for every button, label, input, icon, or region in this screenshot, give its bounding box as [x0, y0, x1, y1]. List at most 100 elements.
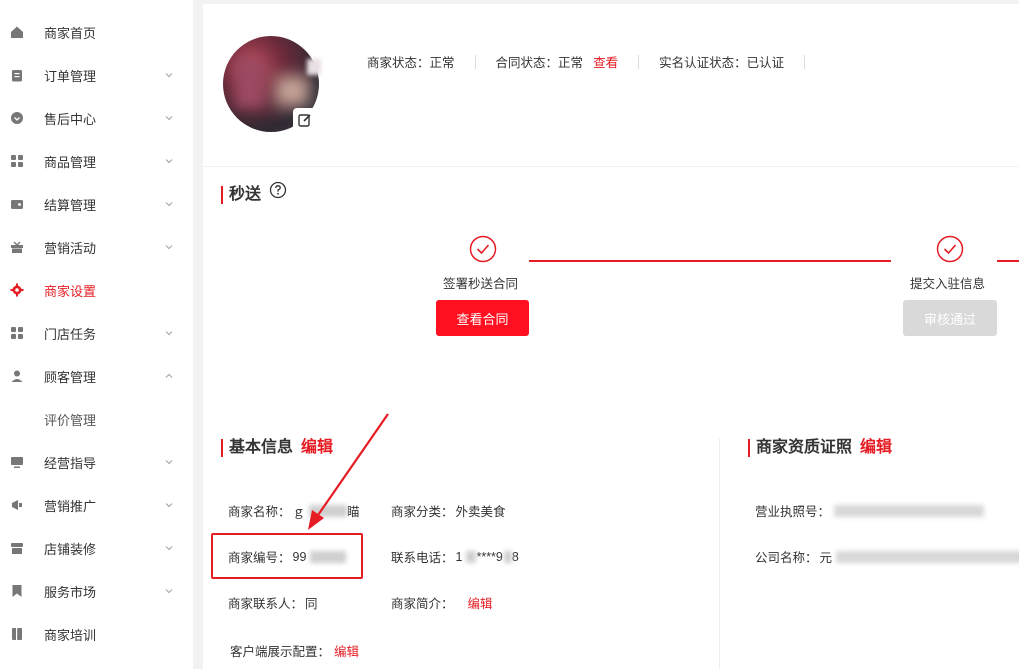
sidebar-item-label: 商家首页: [44, 25, 97, 41]
contract-status-label: 合同状态：: [495, 56, 559, 70]
chevron-down-icon: [164, 156, 174, 166]
status-bar: 商家状态： 正常 合同状态： 正常 查看 实名认证状态： 已认证: [367, 52, 825, 71]
main-content: 商家状态： 正常 合同状态： 正常 查看 实名认证状态： 已认证 秒送 签署秒送…: [203, 4, 1019, 669]
chevron-down-icon: [164, 457, 174, 467]
chevron-down-icon: [164, 70, 174, 80]
sidebar-item-8[interactable]: 顾客管理: [0, 356, 193, 396]
license-number-label: 营业执照号：: [755, 505, 831, 519]
chevron-down-icon: [164, 199, 174, 209]
miaosong-title-text: 秒送: [229, 186, 262, 203]
sidebar: 商家首页订单管理售后中心商品管理结算管理营销活动商家设置门店任务顾客管理评价管理…: [0, 0, 193, 669]
grid-icon: [10, 154, 24, 168]
sidebar-item-label: 商品管理: [44, 154, 97, 170]
step1-label: 签署秒送合同: [443, 277, 519, 291]
megaphone-icon: [10, 498, 24, 512]
merchant-status-label: 商家状态：: [367, 56, 430, 70]
sidebar-item-label: 评价管理: [44, 412, 97, 428]
company-name-field: 公司名称： 元: [755, 547, 1019, 566]
qualification-edit-link[interactable]: 编辑: [860, 439, 892, 456]
step-connector-line-2: [997, 260, 1019, 262]
merchant-intro-field: 商家简介： 编辑: [391, 593, 493, 612]
sidebar-item-13[interactable]: 服务市场: [0, 571, 193, 611]
sidebar-item-3[interactable]: 商品管理: [0, 141, 193, 181]
merchant-intro-edit-link[interactable]: 编辑: [468, 593, 493, 612]
sidebar-item-label: 营销推广: [44, 498, 97, 514]
contact-phone-field: 联系电话： 1 ****9 8: [391, 547, 519, 566]
sidebar-item-label: 顾客管理: [44, 369, 97, 385]
step1-check-icon: [469, 235, 497, 263]
sidebar-item-0[interactable]: 商家首页: [0, 12, 193, 52]
step2-check-icon: [936, 235, 964, 263]
merchant-name-value: ｇ: [292, 505, 306, 519]
edit-avatar-icon[interactable]: [293, 108, 317, 132]
sidebar-item-14[interactable]: 商家培训: [0, 614, 193, 654]
sidebar-item-label: 商家设置: [44, 283, 97, 299]
chevron-down-icon: [164, 543, 174, 553]
merchant-status-value: 正常: [429, 56, 455, 70]
gear-icon: [10, 283, 24, 297]
merchant-name-label: 商家名称：: [228, 505, 291, 519]
sidebar-item-12[interactable]: 店铺装修: [0, 528, 193, 568]
home-icon: [10, 25, 24, 39]
client-config-field: 客户端展示配置： 编辑: [230, 641, 359, 660]
sidebar-item-1[interactable]: 订单管理: [0, 55, 193, 95]
sidebar-item-label: 门店任务: [44, 326, 97, 342]
contact-phone-label: 联系电话：: [391, 551, 454, 565]
step-connector-line: [529, 260, 891, 262]
sidebar-item-4[interactable]: 结算管理: [0, 184, 193, 224]
sidebar-item-6[interactable]: 商家设置: [0, 270, 193, 310]
monitor-icon: [10, 455, 24, 469]
license-number-field: 营业执照号：: [755, 501, 985, 520]
step2-label: 提交入驻信息: [910, 277, 986, 291]
chevron-down-icon: [164, 113, 174, 123]
company-name-label: 公司名称：: [755, 551, 818, 565]
sidebar-item-9[interactable]: 评价管理: [0, 399, 193, 439]
basic-info-title: 基本信息 编辑: [221, 439, 333, 457]
sidebar-item-label: 售后中心: [44, 111, 97, 127]
grid-icon: [10, 326, 24, 340]
qualification-title: 商家资质证照 编辑: [748, 439, 892, 457]
sidebar-item-11[interactable]: 营销推广: [0, 485, 193, 525]
view-contract-button[interactable]: 查看合同: [436, 300, 529, 336]
verify-status-label: 实名认证状态：: [659, 56, 747, 70]
help-icon[interactable]: [269, 181, 287, 199]
heart-shield-icon: [10, 111, 24, 125]
basic-info-edit-link[interactable]: 编辑: [301, 439, 333, 456]
qualification-title-text: 商家资质证照: [756, 439, 853, 456]
sidebar-item-2[interactable]: 售后中心: [0, 98, 193, 138]
merchant-contact-label: 商家联系人：: [228, 597, 304, 611]
chevron-down-icon: [164, 586, 174, 596]
gift-icon: [10, 240, 24, 254]
merchant-category-value: 外卖美食: [455, 505, 506, 519]
merchant-id-highlight-box: [211, 533, 363, 579]
bookmark-icon: [10, 584, 24, 598]
sidebar-item-label: 营销活动: [44, 240, 97, 256]
verify-status-value: 已认证: [746, 56, 785, 70]
contact-phone-mask: ****9: [476, 549, 503, 564]
merchant-contact-value: 同: [305, 597, 318, 611]
chevron-down-icon: [164, 500, 174, 510]
sidebar-item-5[interactable]: 营销活动: [0, 227, 193, 267]
merchant-category-label: 商家分类：: [391, 505, 454, 519]
contact-phone-tail: 8: [511, 549, 519, 564]
contract-view-link[interactable]: 查看: [593, 52, 618, 71]
chevron-up-icon: [164, 371, 174, 381]
review-passed-button: 审核通过: [903, 300, 997, 336]
sidebar-item-label: 服务市场: [44, 584, 97, 600]
client-config-edit-link[interactable]: 编辑: [334, 641, 359, 660]
sidebar-item-label: 结算管理: [44, 197, 97, 213]
sidebar-item-7[interactable]: 门店任务: [0, 313, 193, 353]
sidebar-item-label: 订单管理: [44, 68, 97, 84]
sidebar-item-label: 经营指导: [44, 455, 97, 471]
user-group-icon: [10, 369, 24, 383]
company-name-value: 元: [819, 551, 833, 565]
contact-phone-value: 1: [455, 549, 463, 564]
merchant-contact-field: 商家联系人： 同: [228, 593, 318, 612]
chevron-down-icon: [164, 242, 174, 252]
sidebar-item-10[interactable]: 经营指导: [0, 442, 193, 482]
merchant-category-field: 商家分类： 外卖美食: [391, 501, 506, 520]
chevron-down-icon: [164, 328, 174, 338]
clipboard-icon: [10, 68, 24, 82]
merchant-intro-label: 商家简介：: [391, 597, 454, 611]
sidebar-item-label: 店铺装修: [44, 541, 97, 557]
